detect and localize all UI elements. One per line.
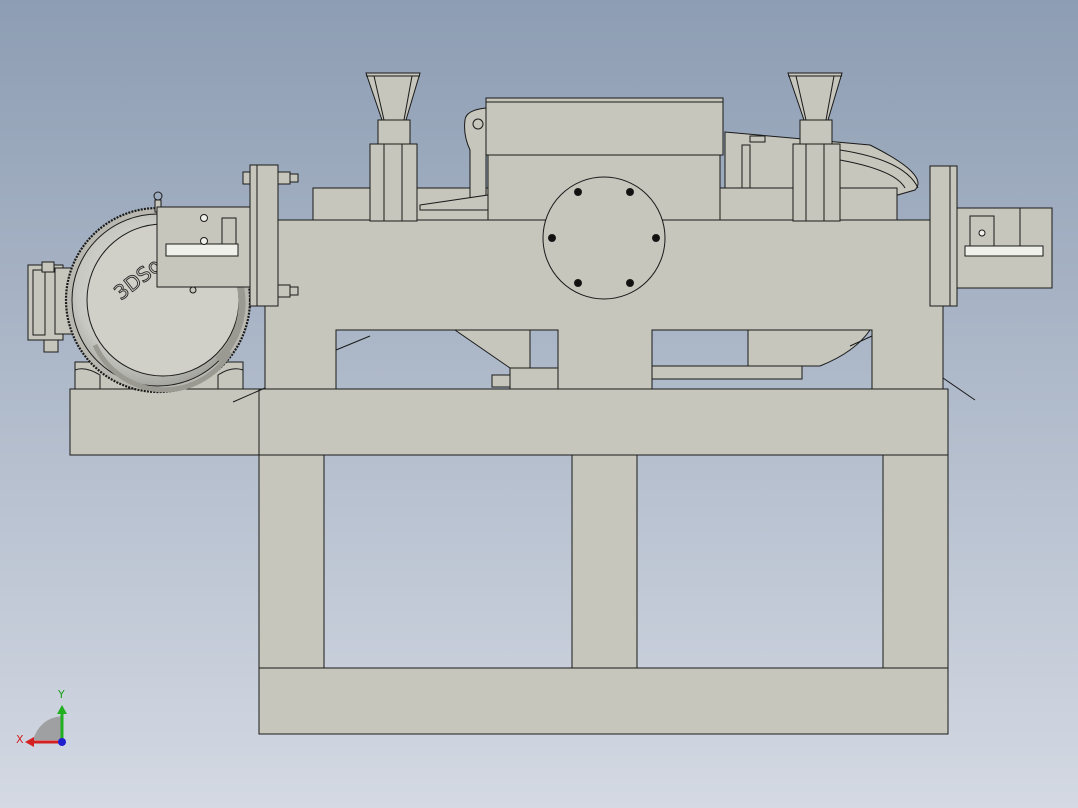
triad-z-axis bbox=[58, 738, 66, 746]
cad-viewport[interactable]: 3DSo X Y bbox=[0, 0, 1078, 808]
left-flange-bolt-bottom bbox=[276, 284, 291, 298]
right-shaft-pin bbox=[978, 229, 986, 237]
bolt-4 bbox=[652, 234, 660, 242]
lower-block-right[interactable] bbox=[651, 365, 803, 380]
left-shaft-inner-front bbox=[221, 217, 237, 245]
left-flange-plate-front[interactable] bbox=[249, 164, 279, 307]
motor-base-plate[interactable] bbox=[69, 388, 260, 456]
housing-lid[interactable] bbox=[485, 97, 724, 156]
rear-drum-clip bbox=[749, 135, 766, 143]
left-shaft-slot-front bbox=[165, 243, 239, 257]
right-shaft-slot bbox=[964, 245, 1044, 257]
bolt-1 bbox=[574, 188, 582, 196]
hopper-right-stem bbox=[805, 143, 825, 222]
motor-terminal-gland-2 bbox=[43, 339, 59, 353]
model-view[interactable]: 3DSo bbox=[0, 0, 1078, 808]
left-shaft-pin-front-2 bbox=[200, 237, 208, 245]
left-flange-nut-top bbox=[289, 173, 299, 183]
bolt-6 bbox=[626, 279, 634, 287]
hopper-left-stem bbox=[383, 143, 403, 222]
frame-leg-left[interactable] bbox=[258, 454, 325, 669]
motor-terminal-gland bbox=[41, 261, 55, 273]
right-flange-plate[interactable] bbox=[929, 165, 958, 307]
frame-leg-middle[interactable] bbox=[571, 454, 638, 669]
housing-bracket-hole bbox=[472, 118, 484, 130]
motor-mount-bolt bbox=[189, 286, 197, 294]
lower-block-left[interactable] bbox=[509, 367, 559, 390]
triad-y-label: Y bbox=[58, 688, 65, 701]
center-flange-disk[interactable] bbox=[542, 176, 666, 300]
bolt-2 bbox=[626, 188, 634, 196]
bolt-3 bbox=[548, 234, 556, 242]
triad-x-label: X bbox=[16, 733, 24, 746]
center-flange[interactable] bbox=[542, 176, 666, 300]
hopper-right[interactable] bbox=[787, 72, 843, 222]
left-shaft-pin-front bbox=[200, 214, 208, 222]
left-flange-nut-bottom bbox=[289, 286, 299, 296]
motor-terminal-inner bbox=[32, 269, 46, 336]
hopper-left[interactable] bbox=[365, 72, 421, 222]
hopper-left-neck[interactable] bbox=[377, 119, 411, 146]
bolt-5 bbox=[574, 279, 582, 287]
frame-leg-right[interactable] bbox=[882, 454, 949, 669]
left-flange-bolt-top bbox=[276, 171, 291, 185]
frame-bottom-rail[interactable] bbox=[258, 667, 949, 735]
hopper-right-neck[interactable] bbox=[799, 119, 833, 146]
lower-plug-left[interactable] bbox=[491, 374, 511, 388]
frame-top-rail[interactable] bbox=[258, 388, 949, 456]
